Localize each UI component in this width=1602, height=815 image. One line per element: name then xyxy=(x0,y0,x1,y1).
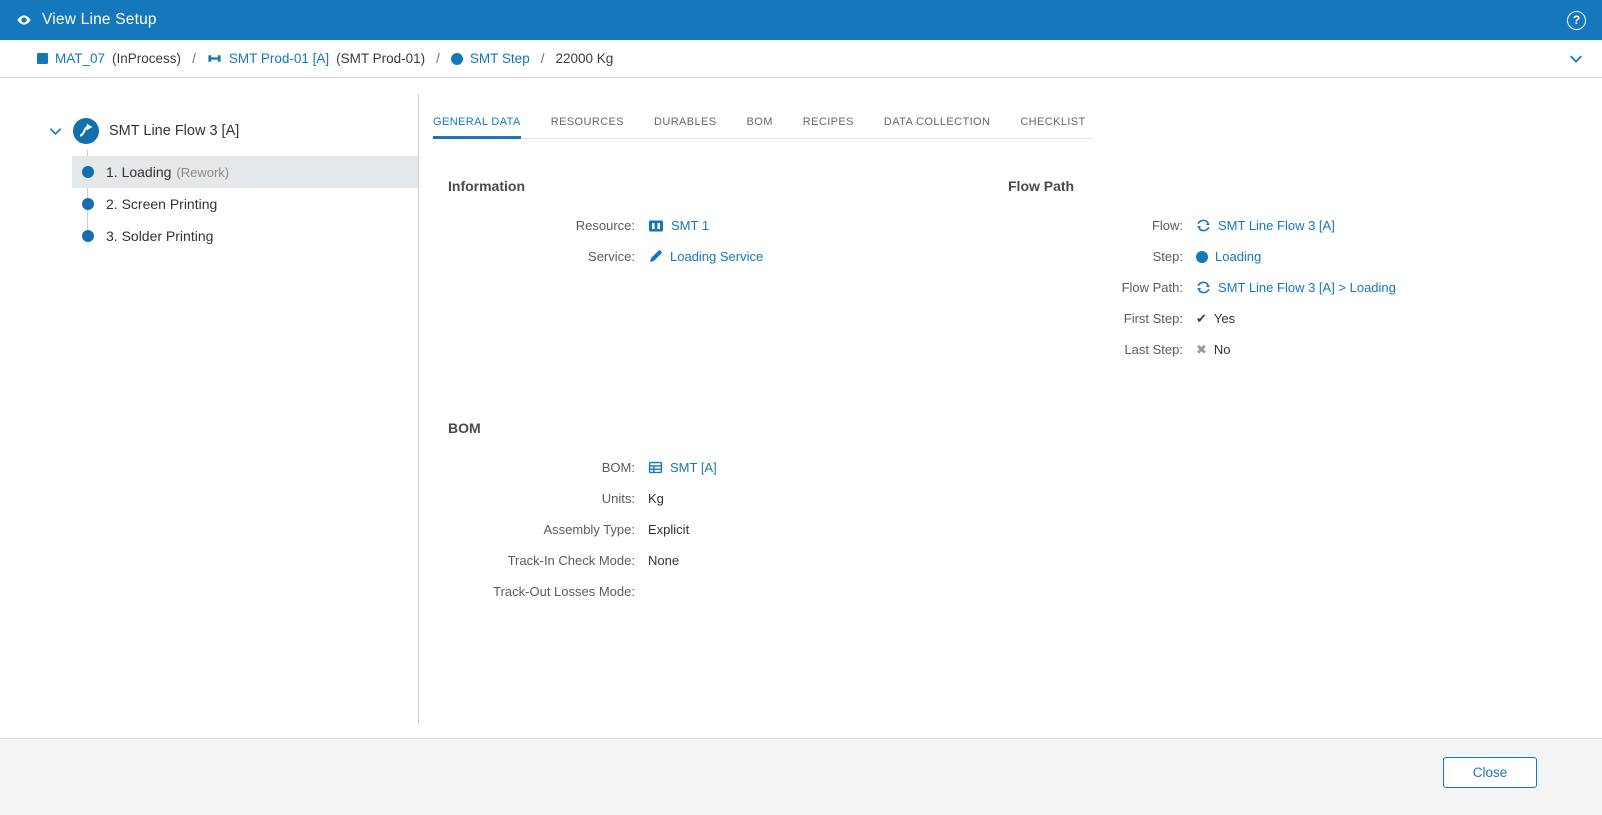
tree-root-row[interactable]: SMT Line Flow 3 [A] xyxy=(0,114,418,148)
field-label: Resource: xyxy=(448,218,635,233)
tree-item-label: 1. Loading xyxy=(106,164,171,180)
breadcrumb-material-state: (InProcess) xyxy=(112,51,181,66)
last-step-value: No xyxy=(1214,342,1231,357)
field-step: Step: Loading xyxy=(1008,241,1478,272)
assembly-type-value: Explicit xyxy=(648,522,689,537)
breadcrumb-separator: / xyxy=(537,51,549,66)
field-label: Last Step: xyxy=(1008,342,1183,357)
section-title: BOM xyxy=(448,420,993,436)
track-in-check-mode-value: None xyxy=(648,553,679,568)
help-icon[interactable]: ? xyxy=(1567,11,1586,30)
information-section: Information Resource: SMT 1 xyxy=(448,178,993,272)
field-label: Track-In Check Mode: xyxy=(448,553,635,568)
check-icon: ✔ xyxy=(1196,311,1207,327)
flow-link[interactable]: SMT Line Flow 3 [A] xyxy=(1218,218,1335,233)
field-first-step: First Step: ✔ Yes xyxy=(1008,303,1478,334)
material-icon xyxy=(37,53,48,64)
field-flow-path: Flow Path: SMT xyxy=(1008,272,1478,303)
breadcrumb: MAT_07 (InProcess) / SMT Prod-01 [A] (SM… xyxy=(0,40,1602,78)
tab-bom[interactable]: BOM xyxy=(747,116,773,128)
service-link[interactable]: Loading Service xyxy=(670,249,763,264)
close-button[interactable]: Close xyxy=(1443,757,1537,788)
first-step-value: Yes xyxy=(1214,311,1235,326)
flow-path-section: Flow Path Flow: xyxy=(1008,178,1478,365)
chevron-down-icon[interactable] xyxy=(48,124,63,139)
breadcrumb-product-name: (SMT Prod-01) xyxy=(336,51,425,66)
field-track-in-check-mode: Track-In Check Mode: None xyxy=(448,545,993,576)
breadcrumb-expand-chevron-icon[interactable] xyxy=(1568,51,1584,67)
field-label: Track-Out Losses Mode: xyxy=(448,584,635,599)
tab-checklist[interactable]: CHECKLIST xyxy=(1020,116,1085,128)
bom-link[interactable]: SMT [A] xyxy=(670,460,717,475)
resource-link[interactable]: SMT 1 xyxy=(671,218,709,233)
footer-bar: Close xyxy=(0,738,1602,815)
tree-item-suffix: (Rework) xyxy=(176,165,229,180)
resource-icon xyxy=(648,218,664,234)
field-label: Flow Path: xyxy=(1008,280,1183,295)
tree-item-loading[interactable]: 1. Loading (Rework) xyxy=(72,156,418,188)
tree-item-screen-printing[interactable]: 2. Screen Printing xyxy=(72,188,418,220)
eye-icon xyxy=(16,12,32,28)
field-label: Service: xyxy=(448,249,635,264)
breadcrumb-separator: / xyxy=(188,51,200,66)
panel-divider xyxy=(418,94,419,724)
tab-resources[interactable]: RESOURCES xyxy=(551,116,624,128)
breadcrumb-product-link[interactable]: SMT Prod-01 [A] xyxy=(229,51,329,66)
tab-general-data[interactable]: GENERAL DATA xyxy=(433,116,521,128)
breadcrumb-quantity: 22000 Kg xyxy=(555,51,613,66)
step-icon xyxy=(451,53,463,65)
breadcrumb-step-link[interactable]: SMT Step xyxy=(470,51,530,66)
page-title: View Line Setup xyxy=(42,11,157,29)
step-bullet-icon xyxy=(82,198,94,210)
field-label: Assembly Type: xyxy=(448,522,635,537)
bom-icon xyxy=(648,460,663,475)
breadcrumb-separator: / xyxy=(432,51,444,66)
flow-icon xyxy=(1196,218,1211,233)
tab-durables[interactable]: DURABLES xyxy=(654,116,717,128)
breadcrumb-material-link[interactable]: MAT_07 xyxy=(55,51,105,66)
bom-section: BOM BOM: SMT [A] xyxy=(448,420,993,607)
field-label: Flow: xyxy=(1008,218,1183,233)
product-icon xyxy=(207,51,222,66)
field-track-out-losses-mode: Track-Out Losses Mode: xyxy=(448,576,993,607)
section-title: Information xyxy=(448,178,993,194)
step-icon xyxy=(1196,251,1208,263)
field-units: Units: Kg xyxy=(448,483,993,514)
field-bom: BOM: SMT [A] xyxy=(448,452,993,483)
flow-tree-panel: SMT Line Flow 3 [A] 1. Loading (Rework) … xyxy=(0,78,418,738)
tab-recipes[interactable]: RECIPES xyxy=(803,116,854,128)
flow-path-link[interactable]: SMT Line Flow 3 [A] > Loading xyxy=(1218,280,1396,295)
flow-icon xyxy=(1196,280,1211,295)
field-label: Units: xyxy=(448,491,635,506)
step-bullet-icon xyxy=(82,230,94,242)
tree-item-solder-printing[interactable]: 3. Solder Printing xyxy=(72,220,418,252)
titlebar: View Line Setup ? xyxy=(0,0,1602,40)
field-assembly-type: Assembly Type: Explicit xyxy=(448,514,993,545)
step-bullet-icon xyxy=(82,166,94,178)
service-icon xyxy=(648,249,663,264)
step-link[interactable]: Loading xyxy=(1215,249,1261,264)
detail-tabs: GENERAL DATA RESOURCES DURABLES BOM RECI… xyxy=(433,116,1093,139)
units-value: Kg xyxy=(648,491,664,506)
field-service: Service: Loading Service xyxy=(448,241,993,272)
step-list: 1. Loading (Rework) 2. Screen Printing 3… xyxy=(0,156,418,252)
field-label: First Step: xyxy=(1008,311,1183,326)
tab-data-collection[interactable]: DATA COLLECTION xyxy=(884,116,990,128)
flow-root-label: SMT Line Flow 3 [A] xyxy=(109,123,239,139)
x-icon: ✖ xyxy=(1196,342,1207,358)
field-resource: Resource: SMT 1 xyxy=(448,210,993,241)
tree-item-label: 2. Screen Printing xyxy=(106,196,217,212)
field-last-step: Last Step: ✖ No xyxy=(1008,334,1478,365)
field-label: Step: xyxy=(1008,249,1183,264)
main-content: SMT Line Flow 3 [A] 1. Loading (Rework) … xyxy=(0,78,1602,738)
field-flow: Flow: SMT Line xyxy=(1008,210,1478,241)
field-label: BOM: xyxy=(448,460,635,475)
tree-item-label: 3. Solder Printing xyxy=(106,228,213,244)
flow-icon xyxy=(73,118,99,144)
view-line-setup-window: View Line Setup ? MAT_07 (InProcess) / S… xyxy=(0,0,1602,815)
section-title: Flow Path xyxy=(1008,178,1478,194)
